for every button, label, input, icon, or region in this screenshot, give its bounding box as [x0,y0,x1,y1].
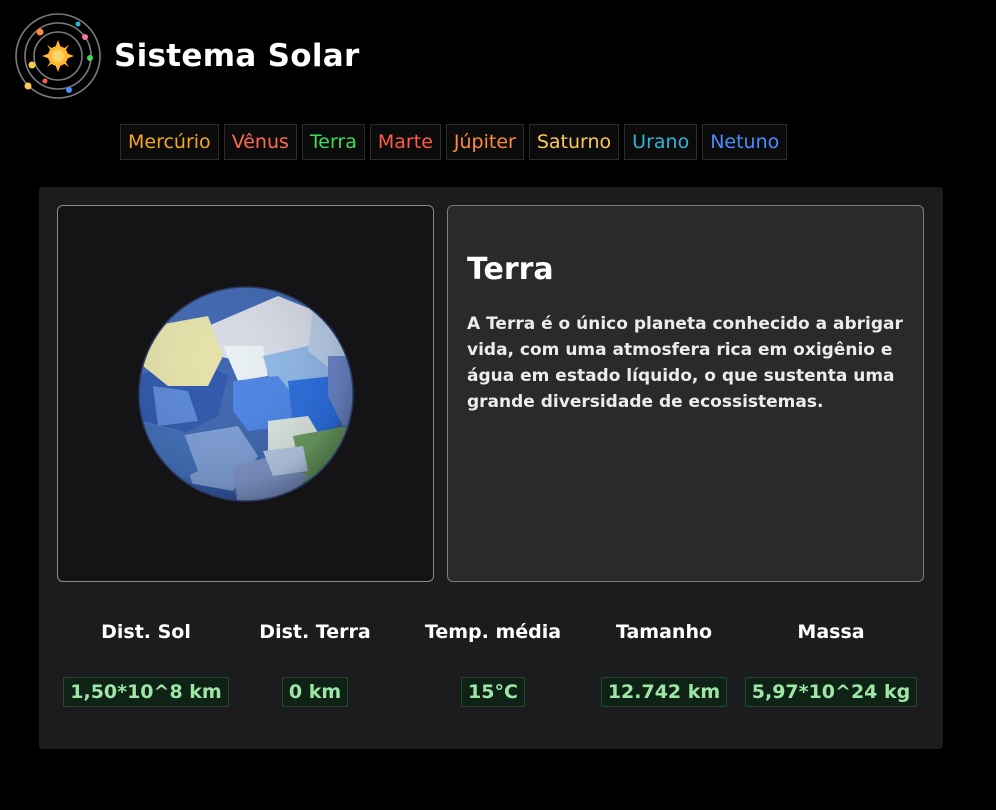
planet-image-panel [57,205,434,582]
stat-value: 0 km [281,677,349,707]
earth-planet-icon [138,286,354,502]
nav-button-label: Netuno [710,131,780,153]
stat-value: 1,50*10^8 km [63,677,229,707]
nav-button-venus[interactable]: Vênus [223,124,297,160]
stat-label: Massa [797,621,865,643]
site-title: Sistema Solar [114,38,360,74]
nav-button-jupiter[interactable]: Júpiter [445,124,524,160]
nav-button-marte[interactable]: Marte [369,124,441,160]
stat-value: 12.742 km [600,677,728,707]
planet-card: Terra A Terra é o único planeta conhecid… [39,187,943,749]
nav-button-label: Vênus [231,131,289,153]
planet-name: Terra [467,252,554,287]
planet-stats: Dist. Sol 1,50*10^8 km Dist. Terra 0 km … [39,617,943,717]
nav-button-label: Júpiter [453,131,516,153]
nav-button-label: Mercúrio [128,131,211,153]
stat-label: Dist. Terra [259,621,371,643]
planet-description: A Terra é o único planeta conhecido a ab… [467,314,903,412]
nav-button-label: Saturno [536,131,612,153]
nav-button-label: Urano [632,131,690,153]
nav-button-mercurio[interactable]: Mercúrio [120,124,219,160]
nav-button-netuno[interactable]: Netuno [702,124,788,160]
stat-label: Temp. média [424,621,562,643]
planet-nav: Mercúrio Vênus Terra Marte Júpiter Satur… [120,124,788,160]
nav-button-saturno[interactable]: Saturno [528,124,620,160]
stat-value: 5,97*10^24 kg [744,677,918,707]
site-header: Sistema Solar [12,10,360,102]
solar-system-icon[interactable] [12,10,104,102]
stat-value: 15°C [461,677,525,707]
stat-dist-terra: Dist. Terra 0 km [215,617,415,707]
nav-button-label: Terra [309,131,357,153]
planet-info-panel: Terra A Terra é o único planeta conhecid… [447,205,924,582]
stat-massa: Massa 5,97*10^24 kg [731,617,931,707]
stat-temp-media: Temp. média 15°C [393,617,593,707]
nav-button-urano[interactable]: Urano [624,124,698,160]
nav-button-label: Marte [377,131,433,153]
nav-button-terra[interactable]: Terra [301,124,365,160]
